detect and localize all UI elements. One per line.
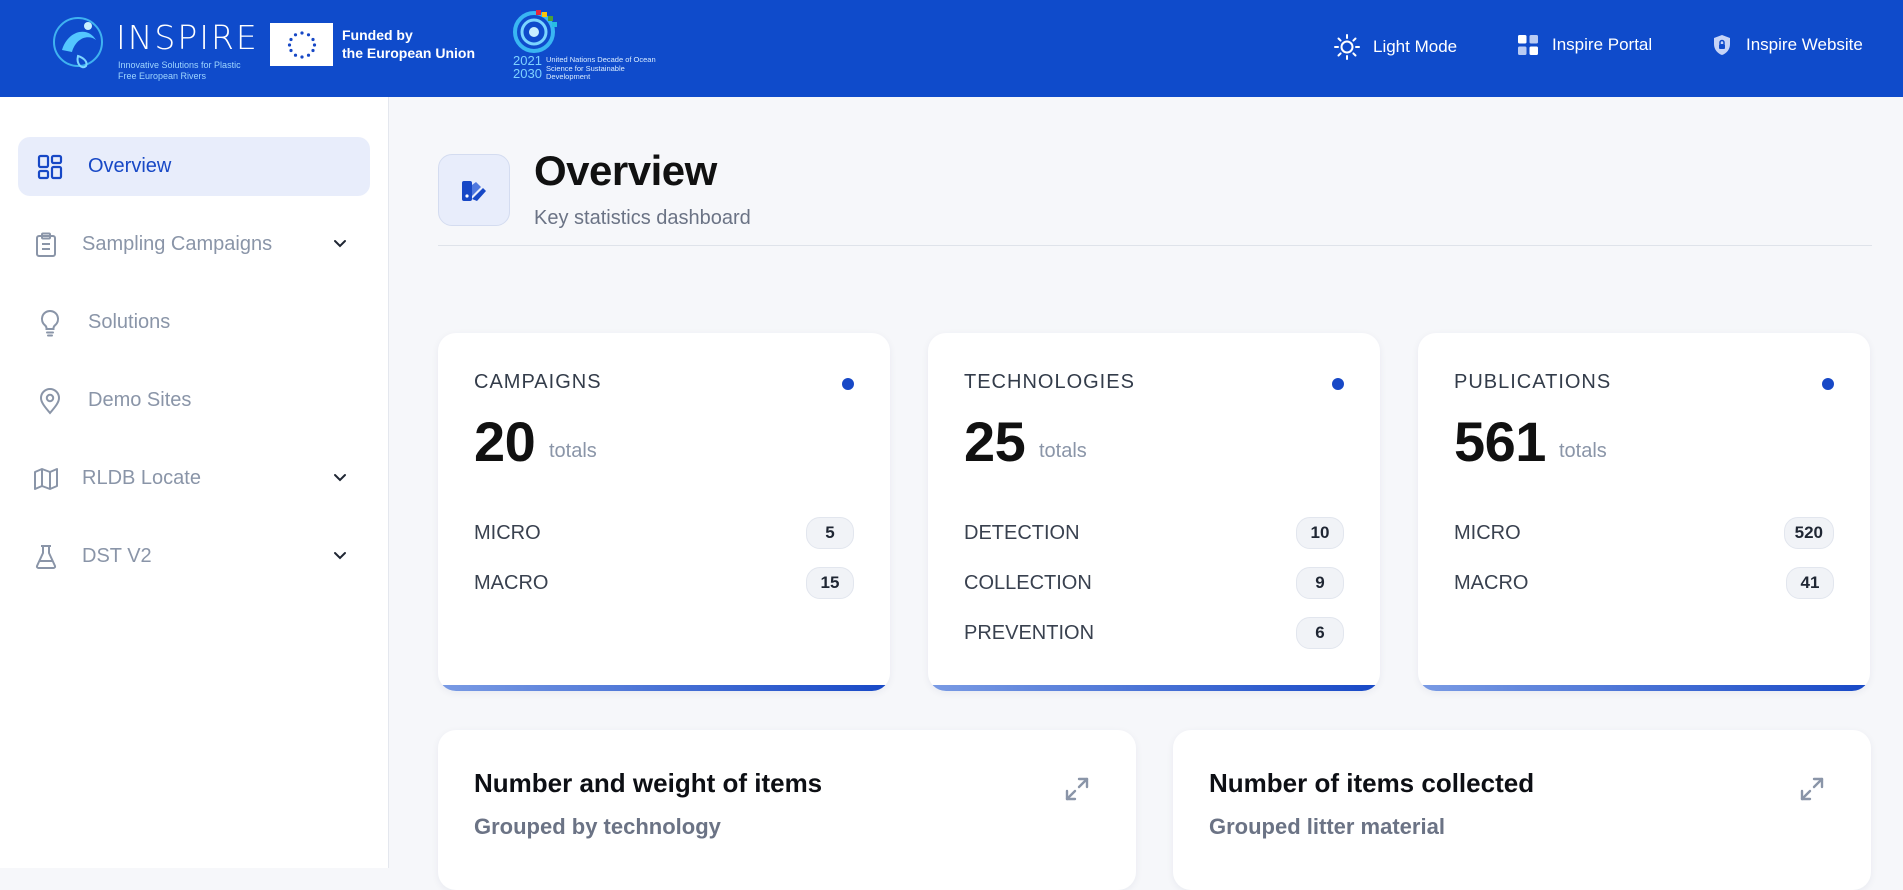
sidebar-item-dst-v2[interactable]: DST V2 — [18, 527, 370, 586]
inspire-logo-mark-icon — [53, 17, 103, 69]
campaigns-stat-card: CAMPAIGNS 20 totals MICRO 5 MACRO 15 — [438, 333, 890, 691]
count-badge: 9 — [1296, 567, 1344, 599]
card-accent-bar — [438, 685, 890, 691]
chart-card-subtitle: Grouped litter material — [1209, 814, 1445, 839]
stat-row-label: MACRO — [1454, 571, 1529, 594]
stat-row-label: DETECTION — [964, 521, 1080, 544]
chart-card-subtitle: Grouped by technology — [474, 814, 721, 839]
chevron-down-icon[interactable] — [332, 469, 348, 485]
count-badge: 520 — [1783, 517, 1834, 549]
sidebar-item-sampling-campaigns[interactable]: Sampling Campaigns — [18, 215, 370, 274]
stat-row: MICRO 5 — [474, 517, 854, 549]
inspire-website-label: Inspire Website — [1746, 35, 1863, 54]
sidebar-item-label: Sampling Campaigns — [82, 233, 273, 255]
status-dot — [1332, 378, 1344, 390]
publications-stat-card: PUBLICATIONS 561 totals MICRO 520 MACRO … — [1418, 333, 1870, 691]
un-ocean-decade-logo: 2021 2030 United Nations Decade of Ocean… — [512, 8, 662, 84]
chart-card-title: Number and weight of items — [474, 768, 823, 798]
stat-card-total: 25 — [964, 410, 1026, 473]
eu-funding-line1: Funded by — [342, 27, 413, 43]
stat-row-label: MICRO — [474, 521, 541, 544]
eu-funding-text: Funded by the European Union — [342, 26, 475, 62]
stat-card-totals-label: totals — [1559, 440, 1607, 462]
items-weight-chart-card: Number and weight of items Grouped by te… — [438, 730, 1136, 890]
expand-icon[interactable] — [1799, 776, 1825, 802]
inspire-website-link[interactable]: Inspire Website — [1710, 33, 1863, 57]
stat-card-total: 20 — [474, 410, 536, 473]
stat-row: MICRO 520 — [1454, 517, 1834, 549]
sidebar-item-label: Overview — [88, 155, 172, 177]
eu-flag-icon — [270, 23, 333, 66]
count-badge: 41 — [1786, 567, 1834, 599]
count-badge: 5 — [806, 517, 854, 549]
page-header-icon — [438, 154, 510, 226]
page-subtitle: Key statistics dashboard — [534, 207, 751, 229]
stat-row-label: PREVENTION — [964, 621, 1095, 644]
expand-icon[interactable] — [1064, 776, 1090, 802]
ocean-decade-text: United Nations Decade of Ocean Science f… — [546, 55, 656, 81]
stat-row: COLLECTION 9 — [964, 567, 1344, 599]
stat-card-label: CAMPAIGNS — [474, 371, 602, 393]
sidebar-item-rldb-locate[interactable]: RLDB Locate — [18, 449, 370, 508]
card-accent-bar — [928, 685, 1380, 691]
items-collected-chart-card: Number of items collected Grouped litter… — [1173, 730, 1871, 890]
sun-icon — [1334, 34, 1360, 60]
stat-card-label: PUBLICATIONS — [1454, 371, 1612, 393]
count-badge: 15 — [806, 567, 854, 599]
technologies-stat-card: TECHNOLOGIES 25 totals DETECTION 10 COLL… — [928, 333, 1380, 691]
count-badge: 6 — [1296, 617, 1344, 649]
sidebar-item-label: RLDB Locate — [82, 467, 201, 489]
page-title: Overview — [534, 147, 717, 194]
chevron-down-icon[interactable] — [332, 235, 348, 251]
sidebar: Overview Sampling Campaigns Solutions De… — [0, 97, 389, 868]
stat-row-label: COLLECTION — [964, 571, 1092, 594]
shield-icon — [1714, 35, 1730, 55]
inspire-logo-word: INSPIRE — [116, 18, 259, 57]
location-pin-icon — [36, 387, 64, 415]
chevron-down-icon[interactable] — [332, 547, 348, 563]
swatch-icon — [462, 181, 486, 201]
status-dot — [1822, 378, 1834, 390]
dashboard-icon — [36, 153, 64, 181]
sidebar-item-overview[interactable]: Overview — [18, 137, 370, 196]
card-accent-bar — [1418, 685, 1870, 691]
ocean-decade-wave-icon — [513, 10, 557, 53]
ocean-decade-year-end: 2030 — [513, 66, 542, 81]
inspire-portal-link[interactable]: Inspire Portal — [1516, 33, 1652, 57]
light-mode-label: Light Mode — [1373, 37, 1458, 56]
stat-row: MACRO 41 — [1454, 567, 1834, 599]
stat-row: PREVENTION 6 — [964, 617, 1344, 649]
flask-icon — [32, 543, 60, 571]
ocean-decade-years: 2021 2030 — [513, 54, 542, 80]
stat-card-total: 561 — [1454, 410, 1546, 473]
status-dot — [842, 378, 854, 390]
chart-card-title: Number of items collected — [1209, 768, 1535, 798]
inspire-logo-tagline: Innovative Solutions for Plastic Free Eu… — [118, 60, 241, 81]
eu-funding-line2: the European Union — [342, 45, 475, 61]
sidebar-item-label: Demo Sites — [88, 389, 192, 411]
stat-card-totals-label: totals — [549, 440, 597, 462]
sidebar-item-demo-sites[interactable]: Demo Sites — [18, 371, 370, 430]
map-icon — [32, 465, 60, 493]
stat-row-label: MACRO — [474, 571, 549, 594]
lightbulb-icon — [36, 309, 64, 337]
stat-row: DETECTION 10 — [964, 517, 1344, 549]
stat-row-label: MICRO — [1454, 521, 1521, 544]
stat-row: MACRO 15 — [474, 567, 854, 599]
grid-icon — [1518, 35, 1538, 55]
stat-card-totals-label: totals — [1039, 440, 1087, 462]
stat-card-label: TECHNOLOGIES — [964, 371, 1135, 393]
sidebar-item-solutions[interactable]: Solutions — [18, 293, 370, 352]
clipboard-icon — [32, 231, 60, 259]
sidebar-item-label: DST V2 — [82, 545, 152, 567]
top-header: INSPIRE Innovative Solutions for Plastic… — [0, 0, 1903, 97]
inspire-logo[interactable]: INSPIRE Innovative Solutions for Plastic… — [48, 12, 259, 81]
sidebar-item-label: Solutions — [88, 311, 171, 333]
inspire-portal-label: Inspire Portal — [1552, 35, 1653, 54]
light-mode-toggle[interactable]: Light Mode — [1333, 33, 1457, 61]
header-divider — [438, 245, 1872, 246]
count-badge: 10 — [1296, 517, 1344, 549]
